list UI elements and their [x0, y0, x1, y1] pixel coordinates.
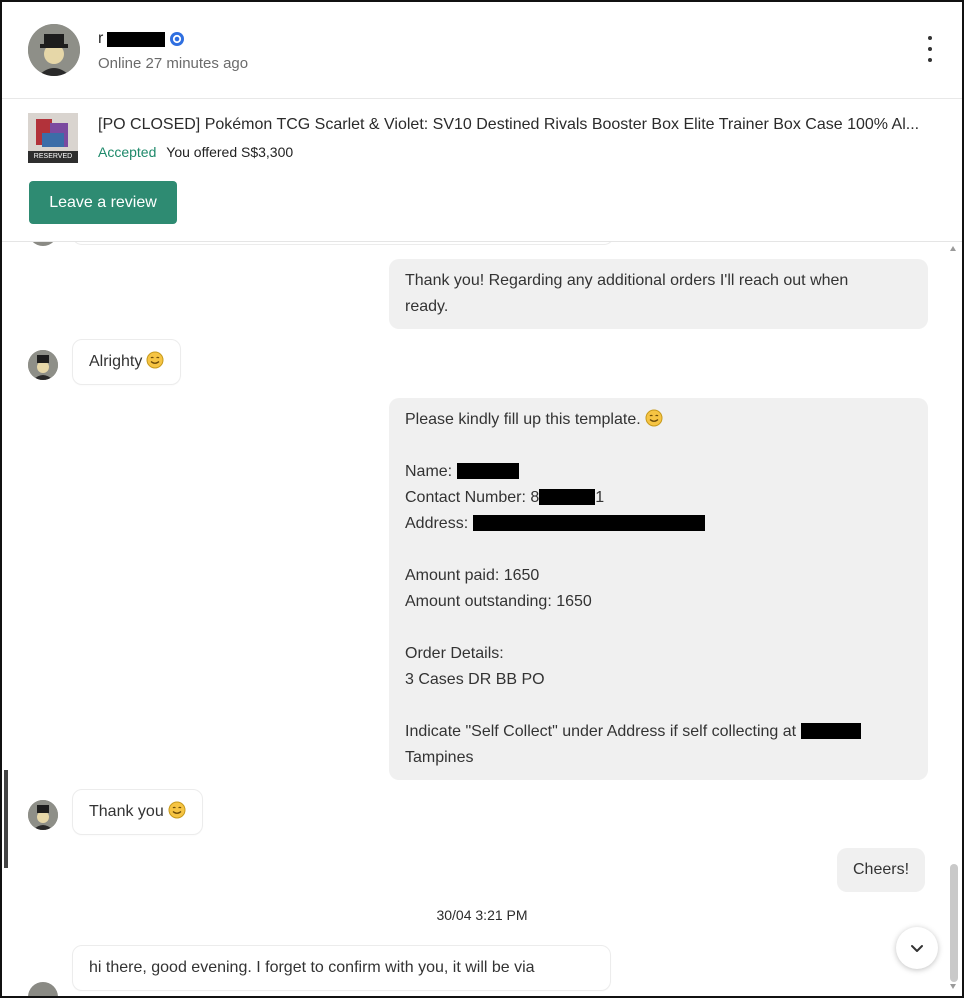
avatar	[28, 242, 58, 246]
offer-amount: You offered S$3,300	[166, 144, 294, 160]
chat-window: r Online 27 minutes ago RESERVED [PO CLO…	[0, 0, 964, 998]
message-outgoing: Thank you! Regarding any additional orde…	[389, 259, 928, 329]
avatar[interactable]	[28, 800, 58, 830]
scroll-up-arrow-icon[interactable]	[950, 246, 956, 251]
scrollbar-thumb[interactable]	[950, 864, 958, 982]
listing-summary: RESERVED [PO CLOSED] Pokémon TCG Scarlet…	[2, 99, 962, 242]
verified-badge-icon	[170, 32, 185, 46]
username-text: r	[98, 30, 104, 47]
message-incoming: Thank you	[72, 789, 203, 835]
window-edge-mark	[4, 770, 8, 868]
more-vertical-icon[interactable]	[926, 36, 934, 62]
avatar[interactable]	[28, 350, 58, 380]
message-outgoing-template: Please kindly fill up this template. Nam…	[389, 398, 928, 780]
redacted-address	[472, 515, 705, 531]
smiling-face-emoji-icon	[645, 409, 663, 427]
redacted-contact	[539, 489, 596, 505]
message-incoming: hi there, good evening. I forget to conf…	[72, 945, 611, 991]
accepted-status: Accepted	[98, 144, 157, 160]
username[interactable]: r	[98, 28, 185, 50]
reserved-badge: RESERVED	[28, 151, 78, 163]
previous-bubble-edge	[72, 242, 614, 245]
message-list[interactable]: Thank you! Regarding any additional orde…	[2, 242, 962, 996]
redacted-username	[107, 31, 166, 47]
date-separator: 30/04 3:21 PM	[436, 907, 528, 923]
message-incoming: Alrighty	[72, 339, 182, 385]
avatar[interactable]	[28, 982, 58, 996]
offer-status: Accepted You offered S$3,300	[98, 144, 293, 160]
listing-title[interactable]: [PO CLOSED] Pokémon TCG Scarlet & Violet…	[98, 116, 943, 134]
redacted-name	[456, 463, 519, 479]
message-outgoing: Cheers!	[837, 848, 926, 892]
scroll-down-arrow-icon[interactable]	[950, 984, 956, 989]
redacted-location	[800, 723, 861, 739]
scroll-to-bottom-button[interactable]	[896, 927, 938, 969]
user-avatar[interactable]	[28, 24, 80, 76]
scrollbar[interactable]	[950, 242, 958, 996]
listing-thumbnail[interactable]: RESERVED	[28, 113, 78, 163]
online-status: Online 27 minutes ago	[98, 55, 249, 72]
leave-review-button[interactable]: Leave a review	[29, 181, 177, 224]
chevron-down-icon	[911, 945, 923, 952]
chat-header: r Online 27 minutes ago	[2, 2, 962, 99]
smiling-face-emoji-icon	[168, 801, 186, 819]
smiling-face-emoji-icon	[146, 351, 164, 369]
